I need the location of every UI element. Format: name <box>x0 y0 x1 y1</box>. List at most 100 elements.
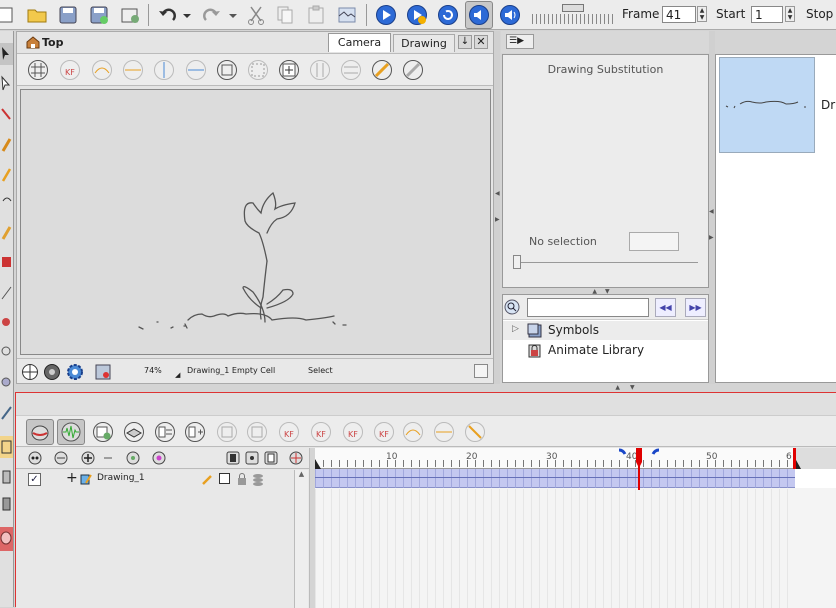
show-all-icon[interactable] <box>28 451 42 465</box>
panel-menu-icon[interactable]: ↓ <box>458 35 472 49</box>
zoom-tool-icon[interactable] <box>0 341 13 363</box>
loop-icon[interactable] <box>435 2 461 28</box>
cutter-icon[interactable] <box>0 103 13 125</box>
start-spinner[interactable]: ▲ ▼ <box>785 6 795 22</box>
bone-tool-icon[interactable] <box>0 466 13 488</box>
rotate-view-icon[interactable] <box>0 401 13 423</box>
tab-camera[interactable]: Camera <box>328 33 391 52</box>
text-tool-icon[interactable] <box>0 191 13 213</box>
view-splitter[interactable]: ◀ ▶ <box>494 31 500 384</box>
search-prev-button[interactable]: ◀◀ <box>655 298 676 317</box>
ruler-icon[interactable] <box>400 57 426 83</box>
ink-icon[interactable] <box>0 251 13 273</box>
reset-view-icon[interactable] <box>214 57 240 83</box>
layer-color-icon[interactable] <box>152 451 166 465</box>
frame-display-icon[interactable] <box>94 363 112 381</box>
layer-outline-toggle[interactable] <box>219 473 230 484</box>
library-search-input[interactable] <box>527 298 649 317</box>
onion-tool-icon[interactable] <box>0 527 13 551</box>
keyframe-remove-icon[interactable]: KF <box>308 419 334 445</box>
drawing-canvas[interactable] <box>20 89 491 355</box>
cut-icon[interactable] <box>243 2 269 28</box>
hand-tool-icon[interactable] <box>0 371 13 393</box>
horizontal-splitter[interactable]: ▲▼ <box>600 384 660 391</box>
sound-scrubbing-icon[interactable] <box>497 2 523 28</box>
sub-alt-icon[interactable] <box>244 419 270 445</box>
tab-drawing[interactable]: Drawing <box>393 34 455 52</box>
layer-pencil-icon[interactable] <box>201 473 214 486</box>
layer-props-icon[interactable] <box>126 451 140 465</box>
playback-speed-slider[interactable] <box>532 4 616 26</box>
layer-stack-icon[interactable] <box>252 472 264 486</box>
undo-dropdown-icon[interactable] <box>180 2 194 28</box>
library-item-symbols[interactable]: ▷ Symbols <box>503 321 708 340</box>
frame-input[interactable]: 41 <box>662 6 696 23</box>
toggle-view-c-icon[interactable] <box>264 451 278 465</box>
motion-path-icon[interactable] <box>89 57 115 83</box>
paste-icon[interactable] <box>303 2 329 28</box>
flip-h-icon[interactable] <box>151 57 177 83</box>
render-toggle-icon[interactable] <box>43 363 61 381</box>
sub-icon[interactable] <box>214 419 240 445</box>
toggle-view-a-icon[interactable] <box>226 451 240 465</box>
drawing-thumbnail[interactable] <box>719 57 815 153</box>
ik-tool-icon[interactable] <box>0 493 13 515</box>
extend-exposure-icon[interactable] <box>152 419 178 445</box>
search-icon[interactable] <box>504 299 520 315</box>
collapse-icon[interactable] <box>289 451 303 465</box>
sound-waveform-icon[interactable] <box>57 419 85 445</box>
zoom-level[interactable]: 74% <box>144 366 162 375</box>
play-icon[interactable] <box>373 2 399 28</box>
undo-icon[interactable] <box>155 2 181 28</box>
keyframe-next-icon[interactable]: KF <box>371 419 397 445</box>
line-tool-icon[interactable] <box>0 281 13 303</box>
status-checkbox[interactable] <box>474 364 488 378</box>
onion-skin-toggle-icon[interactable] <box>26 419 54 445</box>
sound-toggle-icon[interactable] <box>465 1 493 29</box>
play-sound-icon[interactable] <box>404 2 430 28</box>
settings-gear-icon[interactable] <box>66 363 84 381</box>
paste-special-icon[interactable] <box>334 2 360 28</box>
new-scene-icon[interactable] <box>0 2 20 28</box>
redo-icon[interactable] <box>198 2 224 28</box>
add-peg-icon[interactable] <box>121 419 147 445</box>
pencil-icon[interactable] <box>0 163 13 185</box>
flip-v-icon[interactable] <box>183 57 209 83</box>
layer-enable-checkbox[interactable]: ✓ <box>28 473 41 486</box>
remove-layer-icon[interactable] <box>101 451 115 465</box>
keyframe-prev-icon[interactable]: KF <box>340 419 366 445</box>
playhead[interactable] <box>617 448 661 490</box>
library-item-animate[interactable]: Animate Library <box>503 341 708 360</box>
brush-icon[interactable] <box>0 133 13 155</box>
save-icon[interactable] <box>55 2 81 28</box>
save-as-icon[interactable] <box>86 2 112 28</box>
safe-area-icon[interactable] <box>245 57 271 83</box>
start-frame-marker[interactable] <box>315 459 321 469</box>
add-drawing-icon[interactable] <box>276 57 302 83</box>
expand-layer-icon[interactable]: + <box>66 470 78 486</box>
redo-dropdown-icon[interactable] <box>226 2 240 28</box>
stop-frame-marker[interactable] <box>793 448 801 469</box>
crosshair-icon[interactable] <box>21 363 39 381</box>
open-folder-icon[interactable] <box>24 2 50 28</box>
frame-spinner[interactable]: ▲ ▼ <box>697 6 707 22</box>
add-layer-header-icon[interactable] <box>81 451 95 465</box>
paint-icon[interactable] <box>0 221 13 243</box>
layer-row[interactable]: ✓ + Drawing_1 <box>16 470 309 489</box>
toggle-view-b-icon[interactable] <box>245 451 259 465</box>
grid-icon[interactable] <box>25 57 51 83</box>
home-icon[interactable] <box>25 35 41 49</box>
layer-name[interactable]: Drawing_1 <box>97 473 145 483</box>
keyframe-add-icon[interactable]: KF <box>276 419 302 445</box>
search-next-button[interactable]: ▶▶ <box>685 298 706 317</box>
zoom-dropdown-icon[interactable]: ◢ <box>175 371 180 379</box>
stop-motion-keyframe-icon[interactable] <box>431 419 457 445</box>
light-table-icon[interactable] <box>307 57 333 83</box>
add-column-icon[interactable] <box>182 419 208 445</box>
panel-menu-button[interactable]: ☰▶ <box>506 34 534 49</box>
substitution-slider[interactable] <box>513 255 698 269</box>
ease-curve-icon[interactable] <box>462 419 488 445</box>
pencil-line-icon[interactable] <box>369 57 395 83</box>
copy-icon[interactable] <box>272 2 298 28</box>
ease-icon[interactable] <box>120 57 146 83</box>
